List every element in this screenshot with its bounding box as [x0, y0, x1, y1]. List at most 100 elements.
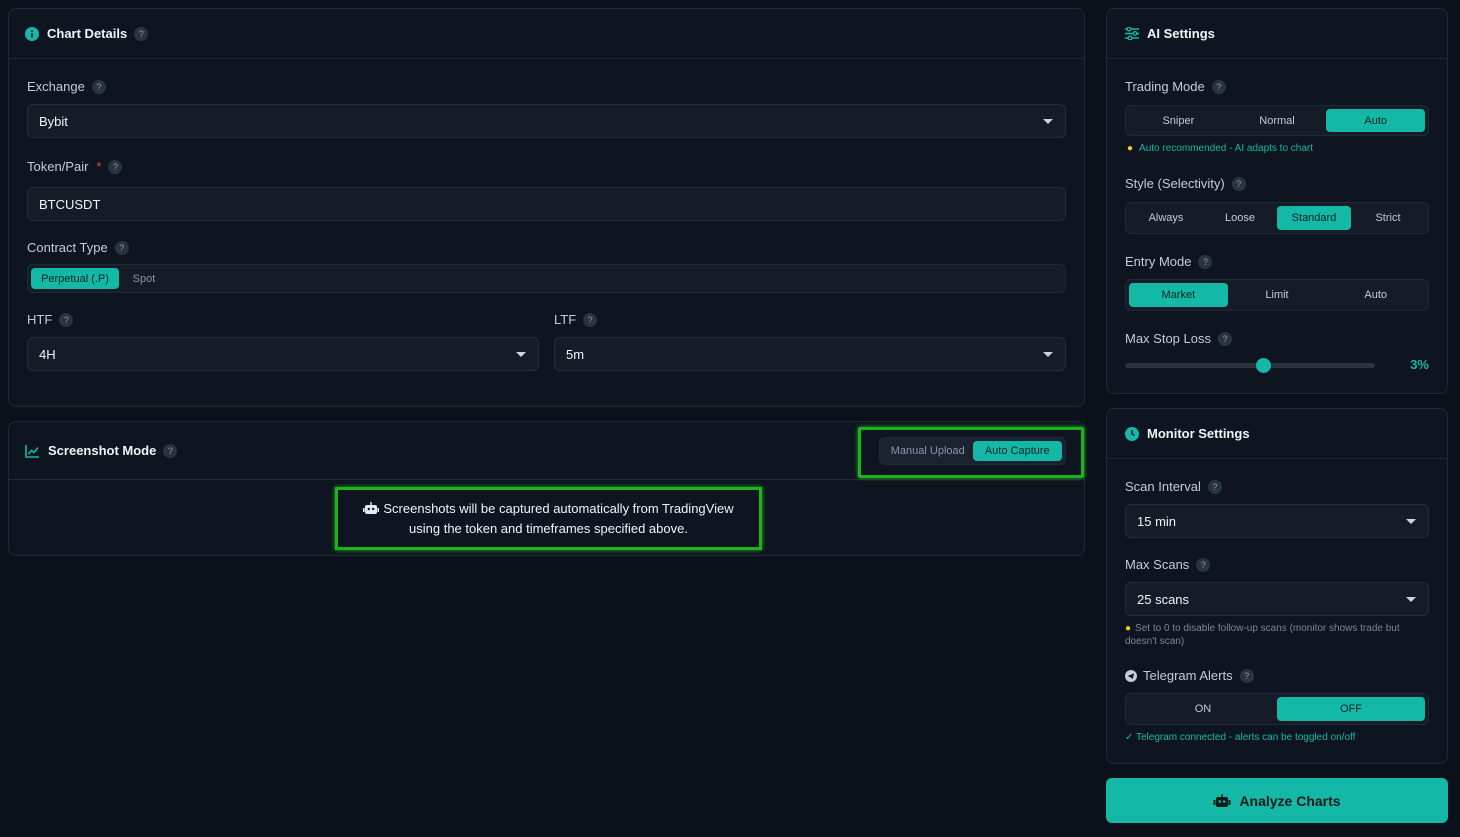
- entry-mode-limit[interactable]: Limit: [1228, 283, 1327, 307]
- slider-thumb[interactable]: [1255, 358, 1271, 373]
- htf-label: HTF: [27, 312, 53, 327]
- exchange-label: Exchange: [27, 79, 85, 94]
- trading-mode-toggle: Sniper Normal Auto: [1125, 105, 1429, 136]
- htf-value: 4H: [39, 346, 56, 362]
- chevron-down-icon: [1406, 597, 1416, 602]
- contract-option-spot[interactable]: Spot: [119, 268, 169, 289]
- message-line-1-row: Screenshots will be captured automatical…: [363, 499, 734, 519]
- analyze-charts-button[interactable]: Analyze Charts: [1106, 778, 1448, 823]
- help-icon[interactable]: ?: [1231, 176, 1246, 191]
- ai-settings-title: AI Settings: [1147, 26, 1215, 41]
- message-line-2: using the token and timeframes specified…: [409, 520, 688, 536]
- ai-settings-header: AI Settings: [1107, 9, 1447, 59]
- telegram-on[interactable]: ON: [1129, 697, 1277, 721]
- help-icon[interactable]: ?: [1196, 557, 1211, 572]
- sliders-icon: [1125, 27, 1139, 40]
- exchange-label-row: Exchange ?: [27, 79, 106, 94]
- help-icon[interactable]: ?: [163, 443, 178, 458]
- robot-icon: [363, 502, 380, 514]
- max-scans-value: 25 scans: [1137, 591, 1190, 607]
- monitor-settings-panel: Monitor Settings Scan Interval ? 15 min …: [1106, 408, 1448, 764]
- analyze-charts-label: Analyze Charts: [1239, 792, 1341, 809]
- help-icon[interactable]: ?: [1211, 79, 1226, 94]
- help-icon[interactable]: ?: [1218, 331, 1232, 346]
- help-icon[interactable]: ?: [583, 312, 598, 327]
- entry-mode-auto[interactable]: Auto: [1326, 283, 1425, 307]
- help-icon[interactable]: ?: [1207, 479, 1222, 494]
- scan-interval-label-row: Scan Interval ?: [1125, 479, 1222, 494]
- contract-label: Contract Type: [27, 240, 108, 255]
- entry-mode-toggle: Market Limit Auto: [1125, 279, 1429, 311]
- style-label: Style (Selectivity): [1125, 176, 1225, 191]
- trading-mode-normal[interactable]: Normal: [1228, 109, 1327, 132]
- mode-option-auto-capture[interactable]: Auto Capture: [972, 441, 1062, 461]
- stop-loss-value: 3%: [1410, 357, 1429, 372]
- token-input[interactable]: BTCUSDT: [27, 187, 1066, 221]
- robot-icon: [1213, 793, 1231, 807]
- screenshot-mode-title: Screenshot Mode: [48, 443, 157, 458]
- scan-interval-value: 15 min: [1137, 513, 1177, 529]
- help-icon[interactable]: ?: [114, 240, 129, 255]
- max-scans-label-row: Max Scans ?: [1125, 557, 1211, 572]
- trading-mode-sniper[interactable]: Sniper: [1129, 109, 1228, 132]
- telegram-icon: [1125, 669, 1137, 682]
- chevron-down-icon: [1406, 519, 1416, 524]
- exchange-select[interactable]: Bybit: [27, 104, 1066, 138]
- contract-option-perpetual[interactable]: Perpetual (.P): [31, 268, 119, 289]
- info-icon: [25, 26, 39, 41]
- chevron-down-icon: [1043, 352, 1053, 357]
- style-always[interactable]: Always: [1129, 206, 1203, 230]
- trading-mode-hint-row: ● Auto recommended - AI adapts to chart: [1127, 143, 1313, 154]
- message-line-1: Screenshots will be captured automatical…: [383, 500, 734, 516]
- telegram-toggle: ON OFF: [1125, 693, 1429, 725]
- entry-mode-market[interactable]: Market: [1129, 283, 1228, 307]
- ltf-label-row: LTF ?: [554, 312, 598, 327]
- trading-mode-hint: Auto recommended - AI adapts to chart: [1139, 143, 1314, 154]
- contract-label-row: Contract Type ?: [27, 240, 129, 255]
- style-standard[interactable]: Standard: [1277, 206, 1351, 230]
- help-icon[interactable]: ?: [91, 79, 106, 94]
- help-icon[interactable]: ?: [1239, 668, 1254, 683]
- max-scans-hint: Set to 0 to disable follow-up scans (mon…: [1125, 623, 1400, 647]
- telegram-label: Telegram Alerts: [1143, 668, 1233, 683]
- token-value: BTCUSDT: [39, 196, 101, 212]
- help-icon[interactable]: ?: [108, 159, 123, 174]
- chart-details-header: Chart Details ?: [9, 9, 1084, 59]
- lightbulb-icon: ●: [1127, 143, 1134, 154]
- htf-select[interactable]: 4H: [27, 337, 539, 371]
- help-icon[interactable]: ?: [59, 312, 74, 327]
- screenshot-mode-toggle: Manual Upload Auto Capture: [879, 437, 1066, 465]
- style-loose[interactable]: Loose: [1203, 206, 1277, 230]
- monitor-settings-title: Monitor Settings: [1147, 426, 1250, 441]
- scan-interval-label: Scan Interval: [1125, 479, 1201, 494]
- htf-label-row: HTF ?: [27, 312, 74, 327]
- mode-option-manual-upload[interactable]: Manual Upload: [883, 441, 973, 461]
- chart-details-panel: Chart Details ? Exchange ? Bybit Token/P…: [8, 8, 1085, 407]
- ltf-label: LTF: [554, 312, 577, 327]
- scan-interval-select[interactable]: 15 min: [1125, 504, 1429, 538]
- exchange-value: Bybit: [39, 113, 68, 129]
- max-scans-select[interactable]: 25 scans: [1125, 582, 1429, 616]
- stop-loss-slider[interactable]: [1125, 358, 1375, 373]
- telegram-label-row: Telegram Alerts ?: [1125, 668, 1254, 683]
- chevron-down-icon: [516, 352, 526, 357]
- token-label: Token/Pair: [27, 159, 89, 174]
- style-strict[interactable]: Strict: [1351, 206, 1425, 230]
- clock-icon: [1125, 426, 1139, 441]
- stop-loss-label: Max Stop Loss: [1125, 331, 1211, 346]
- monitor-settings-header: Monitor Settings: [1107, 409, 1447, 459]
- screenshot-mode-panel: Screenshot Mode ? Manual Upload Auto Cap…: [8, 421, 1085, 556]
- max-scans-label: Max Scans: [1125, 557, 1190, 572]
- help-icon[interactable]: ?: [1198, 254, 1213, 269]
- token-label-row: Token/Pair * ?: [27, 159, 123, 174]
- telegram-off[interactable]: OFF: [1277, 697, 1425, 721]
- max-scans-hint-row: ● Set to 0 to disable follow-up scans (mo…: [1125, 622, 1431, 648]
- entry-mode-label-row: Entry Mode ?: [1125, 254, 1213, 269]
- entry-mode-label: Entry Mode: [1125, 254, 1192, 269]
- stop-loss-label-row: Max Stop Loss ?: [1125, 331, 1232, 346]
- ltf-select[interactable]: 5m: [554, 337, 1066, 371]
- chart-details-title: Chart Details: [47, 26, 128, 41]
- help-icon[interactable]: ?: [134, 26, 149, 41]
- trading-mode-auto[interactable]: Auto: [1326, 109, 1426, 132]
- chevron-down-icon: [1043, 119, 1053, 124]
